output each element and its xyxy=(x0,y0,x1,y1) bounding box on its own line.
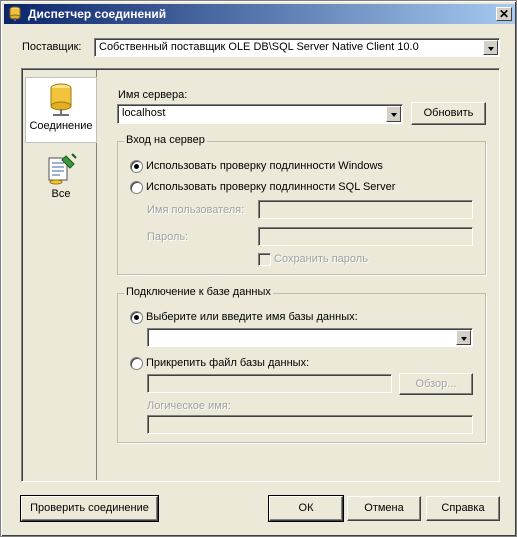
save-password-checkbox[interactable] xyxy=(258,253,271,266)
chevron-down-icon[interactable] xyxy=(386,106,401,122)
refresh-button[interactable]: Обновить xyxy=(411,102,486,125)
save-password-label: Сохранить пароль xyxy=(274,253,368,265)
provider-value: Собственный поставщик OLE DB\SQL Server … xyxy=(99,41,419,53)
database-cylinder-icon xyxy=(50,83,72,116)
attach-file-path-field[interactable] xyxy=(147,374,392,393)
ok-label: ОК xyxy=(298,502,314,514)
windows-auth-label[interactable]: Использовать проверку подлинности Window… xyxy=(146,160,383,172)
refresh-label: Обновить xyxy=(423,107,474,119)
sidebar-item-label: Все xyxy=(51,188,71,200)
sidebar-item-connection[interactable]: Соединение xyxy=(25,77,97,143)
attach-file-radio[interactable] xyxy=(130,357,143,370)
provider-select[interactable]: Собственный поставщик OLE DB\SQL Server … xyxy=(94,38,500,57)
close-button[interactable]: ✕ xyxy=(496,7,512,21)
windows-auth-radio[interactable] xyxy=(130,160,143,173)
test-connection-label: Проверить соединение xyxy=(30,502,149,514)
browse-label: Обзор... xyxy=(415,378,457,390)
test-connection-button[interactable]: Проверить соединение xyxy=(20,495,159,522)
help-label: Справка xyxy=(441,502,485,514)
chevron-down-icon[interactable] xyxy=(456,330,471,345)
window-title: Диспетчер соединений xyxy=(28,7,167,21)
close-icon: ✕ xyxy=(498,7,510,21)
select-db-radio[interactable] xyxy=(130,311,143,324)
sql-auth-radio[interactable] xyxy=(130,181,143,194)
sidebar-item-all[interactable]: Все xyxy=(25,148,97,208)
cancel-label: Отмена xyxy=(364,502,404,514)
attach-file-label[interactable]: Прикрепить файл базы данных: xyxy=(146,357,309,369)
title-bar[interactable]: Диспетчер соединений ✕ xyxy=(4,4,515,24)
server-name-value: localhost xyxy=(122,107,166,119)
ok-button[interactable]: ОК xyxy=(268,495,344,522)
username-field[interactable] xyxy=(258,200,473,219)
browse-button[interactable]: Обзор... xyxy=(399,373,473,395)
logical-name-label: Логическое имя: xyxy=(147,400,231,412)
logical-name-field[interactable] xyxy=(147,415,473,434)
password-label: Пароль: xyxy=(147,231,189,243)
cancel-button[interactable]: Отмена xyxy=(347,496,421,521)
server-name-label: Имя сервера: xyxy=(118,89,188,101)
properties-list-icon xyxy=(48,153,77,185)
help-button[interactable]: Справка xyxy=(426,496,500,521)
sidebar: Соединение Все xyxy=(23,70,97,480)
database-group-title: Подключение к базе данных xyxy=(124,286,273,298)
chevron-down-icon[interactable] xyxy=(483,40,498,55)
provider-label: Поставщик: xyxy=(22,41,82,53)
connection-manager-window: Диспетчер соединений ✕ Поставщик: Собств… xyxy=(0,0,517,537)
login-group-title: Вход на сервер xyxy=(124,134,207,146)
sidebar-item-label: Соединение xyxy=(29,120,93,132)
database-name-combo[interactable] xyxy=(147,328,473,347)
server-name-combo[interactable]: localhost xyxy=(117,104,403,124)
database-app-icon xyxy=(9,6,21,21)
select-db-label[interactable]: Выберите или введите имя базы данных: xyxy=(146,311,358,323)
sql-auth-label[interactable]: Использовать проверку подлинности SQL Se… xyxy=(146,181,395,193)
password-field[interactable] xyxy=(258,227,473,246)
username-label: Имя пользователя: xyxy=(147,204,245,216)
